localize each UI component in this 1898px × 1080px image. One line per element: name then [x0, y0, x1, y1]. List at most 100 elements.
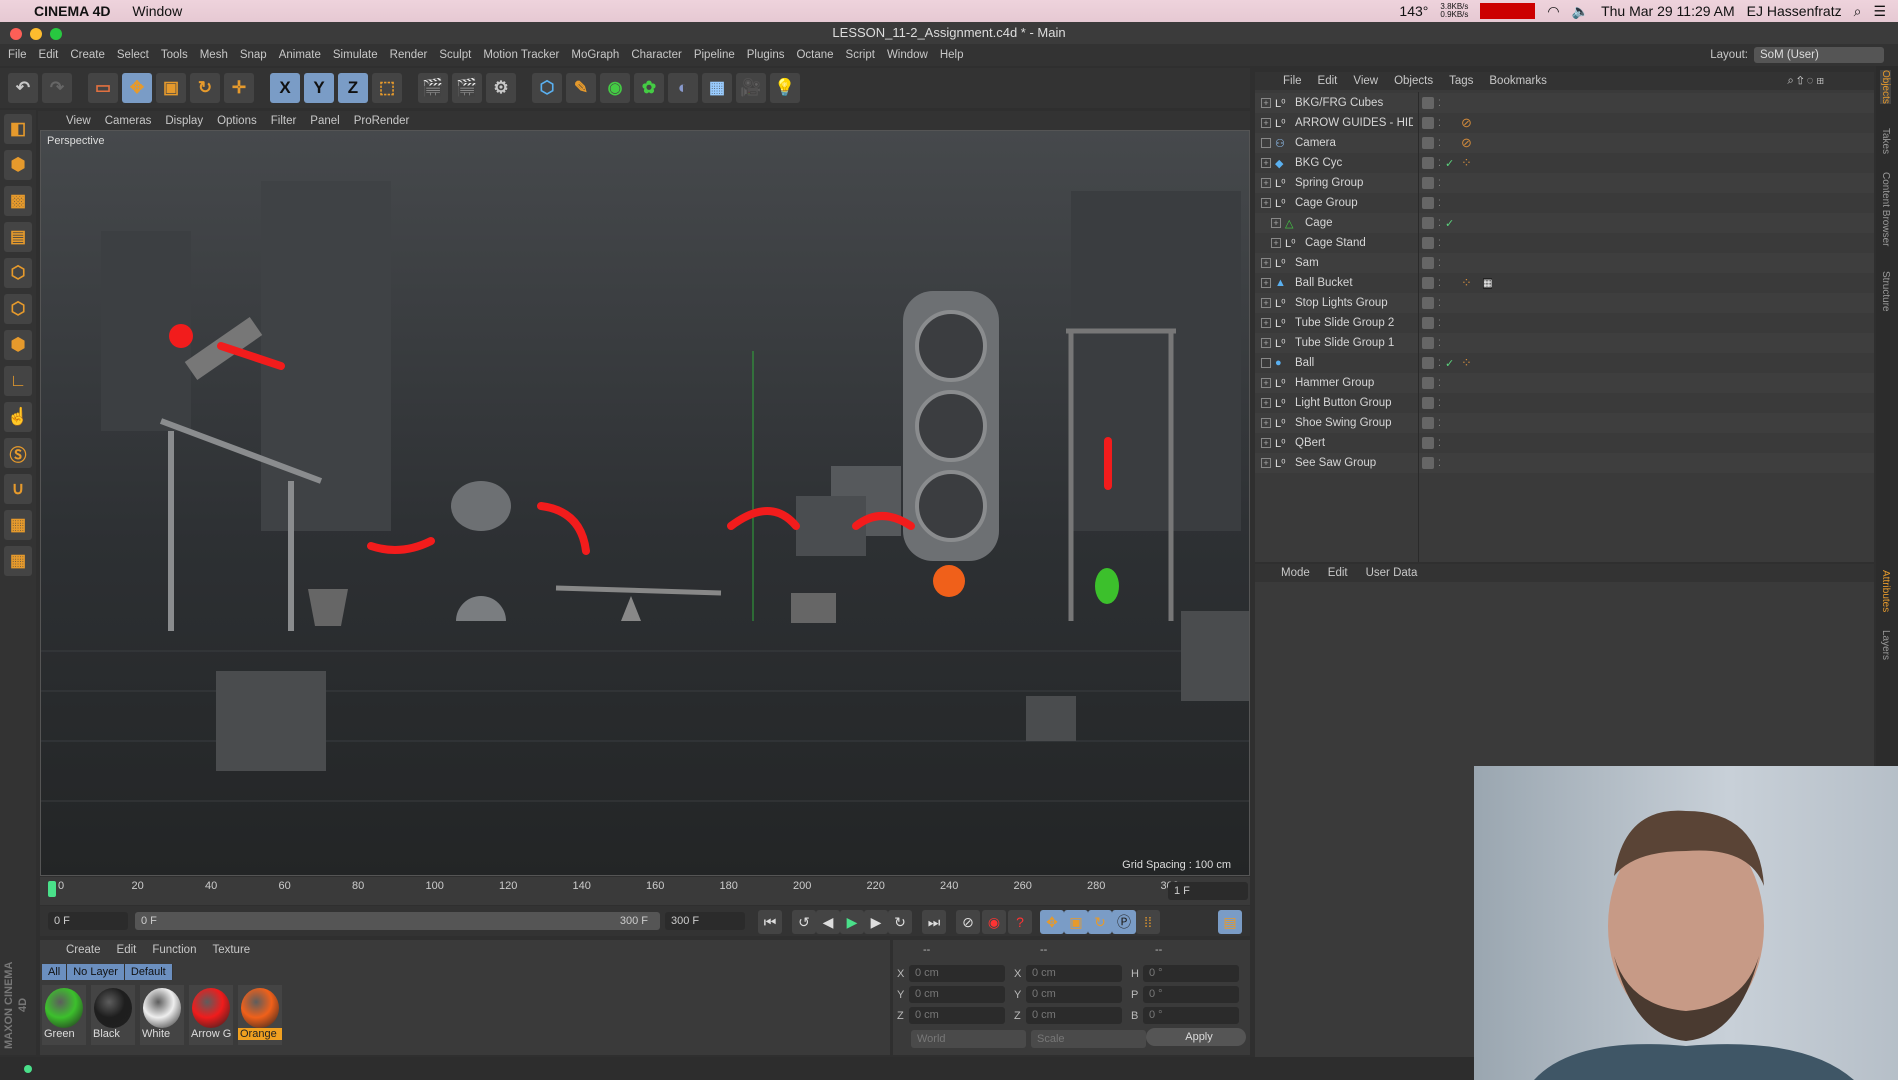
start-frame-field[interactable]: 0 F: [48, 912, 128, 930]
layer-swatch[interactable]: [1422, 417, 1434, 429]
material-swatch[interactable]: White: [140, 985, 184, 1045]
rotate-icon[interactable]: ↻: [190, 73, 220, 103]
axis-mode-icon[interactable]: ∟: [4, 366, 32, 396]
prev-frame-icon[interactable]: ◀: [816, 910, 840, 934]
workplane-lock-icon[interactable]: ▦: [4, 510, 32, 540]
menu-create[interactable]: Create: [70, 49, 105, 61]
menu-file[interactable]: File: [8, 49, 27, 61]
enabled-check-icon[interactable]: ✓: [1445, 357, 1454, 370]
object-row[interactable]: ⚇ Camera ⁚ ⊘: [1255, 133, 1874, 153]
search-icon[interactable]: ⌕ ⇧ ◌ ⊞: [1787, 75, 1874, 88]
subdivision-icon[interactable]: ◉: [600, 73, 630, 103]
visibility-dots[interactable]: ⁚: [1438, 258, 1441, 269]
object-row[interactable]: + L⁰ Hammer Group ⁚: [1255, 373, 1874, 393]
coord-field[interactable]: 0 cm: [1026, 965, 1122, 982]
visibility-dots[interactable]: ⁚: [1438, 418, 1441, 429]
viewport-perspective[interactable]: Perspective Grid Spacing : 100 cm: [40, 130, 1250, 876]
visibility-dots[interactable]: ⁚: [1438, 198, 1441, 209]
vp-menu-filter[interactable]: Filter: [271, 115, 297, 127]
layer-swatch[interactable]: [1422, 377, 1434, 389]
layer-swatch[interactable]: [1422, 237, 1434, 249]
key-position-icon[interactable]: ✥: [1040, 910, 1064, 934]
tab-objects[interactable]: Objects: [1880, 70, 1891, 104]
menu-simulate[interactable]: Simulate: [333, 49, 378, 61]
object-name[interactable]: Tube Slide Group 1: [1295, 337, 1413, 349]
object-name[interactable]: ARROW GUIDES - HIDE: [1295, 117, 1413, 129]
object-name[interactable]: Camera: [1295, 137, 1413, 149]
coord-field[interactable]: 0 °: [1143, 965, 1239, 982]
spotlight-icon[interactable]: ⌕: [1854, 3, 1862, 20]
window-menu[interactable]: Window: [132, 3, 182, 19]
tab-content-browser[interactable]: Content Browser: [1880, 172, 1891, 246]
visibility-dots[interactable]: ⁚: [1438, 278, 1441, 289]
visibility-dots[interactable]: ⁚: [1438, 218, 1441, 229]
model-mode-icon[interactable]: ⬢: [4, 150, 32, 180]
cloner-icon[interactable]: ✿: [634, 73, 664, 103]
visibility-dots[interactable]: ⁚: [1438, 118, 1441, 129]
material-swatch[interactable]: Orange: [238, 985, 282, 1045]
apply-button[interactable]: Apply: [1146, 1028, 1246, 1046]
live-selection-icon[interactable]: ▭: [88, 73, 118, 103]
vp-menu-cameras[interactable]: Cameras: [105, 115, 152, 127]
notification-icon[interactable]: ☰: [1873, 3, 1886, 20]
next-frame-icon[interactable]: ▶: [864, 910, 888, 934]
visibility-dots[interactable]: ⁚: [1438, 138, 1441, 149]
object-name[interactable]: Tube Slide Group 2: [1295, 317, 1413, 329]
render-settings-icon[interactable]: ⚙: [486, 73, 516, 103]
layer-swatch[interactable]: [1422, 457, 1434, 469]
attr-menu-user-data[interactable]: User Data: [1366, 567, 1418, 579]
dynamics-tag-icon[interactable]: ⁘: [1461, 155, 1472, 171]
current-frame-field[interactable]: 1 F: [1168, 882, 1248, 900]
object-row[interactable]: + L⁰ Tube Slide Group 2 ⁚: [1255, 313, 1874, 333]
attr-menu-mode[interactable]: Mode: [1281, 567, 1310, 579]
compositing-tag-icon[interactable]: ⊘: [1461, 135, 1472, 151]
object-name[interactable]: Ball: [1295, 357, 1413, 369]
tab-layers[interactable]: Layers: [1880, 630, 1891, 660]
go-to-end-icon[interactable]: ⏭: [922, 910, 946, 934]
move-icon[interactable]: ✥: [122, 73, 152, 103]
object-row[interactable]: + L⁰ ARROW GUIDES - HIDE ⁚ ⊘: [1255, 113, 1874, 133]
app-menu[interactable]: CINEMA 4D: [34, 3, 111, 19]
expand-icon[interactable]: [1261, 138, 1271, 148]
visibility-dots[interactable]: ⁚: [1438, 298, 1441, 309]
menu-render[interactable]: Render: [390, 49, 428, 61]
visibility-dots[interactable]: ⁚: [1438, 358, 1441, 369]
close-button[interactable]: [10, 28, 22, 40]
menu-mograph[interactable]: MoGraph: [571, 49, 619, 61]
object-row[interactable]: + L⁰ See Saw Group ⁚: [1255, 453, 1874, 473]
coord-field[interactable]: 0 cm: [909, 965, 1005, 982]
key-pla-icon[interactable]: ⁞⁞: [1136, 910, 1160, 934]
enabled-check-icon[interactable]: ✓: [1445, 217, 1454, 230]
visibility-dots[interactable]: ⁚: [1438, 318, 1441, 329]
menu-mesh[interactable]: Mesh: [200, 49, 228, 61]
coord-field[interactable]: 0 cm: [909, 986, 1005, 1003]
play-icon[interactable]: ▶: [840, 910, 864, 934]
layer-swatch[interactable]: [1422, 317, 1434, 329]
mat-menu-edit[interactable]: Edit: [117, 944, 137, 956]
layer-swatch[interactable]: [1422, 277, 1434, 289]
wifi-icon[interactable]: ◠: [1547, 3, 1559, 20]
menu-sculpt[interactable]: Sculpt: [439, 49, 471, 61]
light-icon[interactable]: 💡: [770, 73, 800, 103]
object-row[interactable]: + △ Cage ⁚ ✓: [1255, 213, 1874, 233]
coord-field[interactable]: 0 cm: [1026, 1007, 1122, 1024]
object-name[interactable]: Ball Bucket: [1295, 277, 1413, 289]
object-row[interactable]: + L⁰ QBert ⁚: [1255, 433, 1874, 453]
object-name[interactable]: Light Button Group: [1295, 397, 1413, 409]
expand-icon[interactable]: +: [1261, 458, 1271, 468]
visibility-dots[interactable]: ⁚: [1438, 458, 1441, 469]
object-name[interactable]: Cage Stand: [1305, 237, 1423, 249]
attr-menu-edit[interactable]: Edit: [1328, 567, 1348, 579]
layer-swatch[interactable]: [1422, 157, 1434, 169]
expand-icon[interactable]: +: [1261, 378, 1271, 388]
object-row[interactable]: + L⁰ Stop Lights Group ⁚: [1255, 293, 1874, 313]
minimize-button[interactable]: [30, 28, 42, 40]
object-name[interactable]: Shoe Swing Group: [1295, 417, 1413, 429]
object-row[interactable]: + L⁰ Shoe Swing Group ⁚: [1255, 413, 1874, 433]
menu-window[interactable]: Window: [887, 49, 928, 61]
om-menu-edit[interactable]: Edit: [1318, 75, 1338, 87]
key-rotation-icon[interactable]: ↻: [1088, 910, 1112, 934]
object-row[interactable]: + L⁰ Light Button Group ⁚: [1255, 393, 1874, 413]
om-menu-tags[interactable]: Tags: [1449, 75, 1473, 87]
visibility-dots[interactable]: ⁚: [1438, 338, 1441, 349]
